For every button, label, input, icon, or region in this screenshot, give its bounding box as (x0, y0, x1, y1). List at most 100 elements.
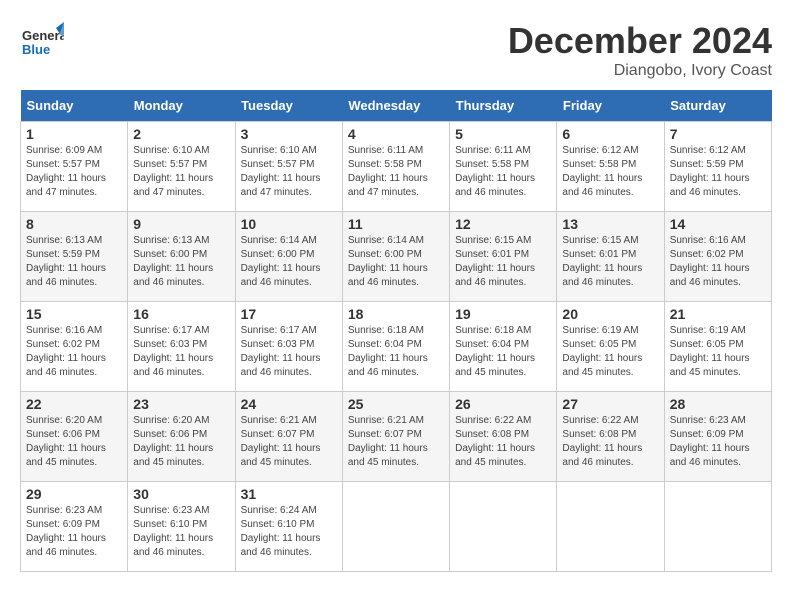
calendar-cell: 11 Sunrise: 6:14 AM Sunset: 6:00 PM Dayl… (342, 212, 449, 302)
day-info: Sunrise: 6:13 AM Sunset: 6:00 PM Dayligh… (133, 234, 229, 290)
day-number: 19 (455, 306, 551, 322)
calendar-cell: 30 Sunrise: 6:23 AM Sunset: 6:10 PM Dayl… (128, 482, 235, 572)
day-number: 22 (26, 396, 122, 412)
day-number: 5 (455, 126, 551, 142)
day-number: 14 (670, 216, 766, 232)
col-header-tuesday: Tuesday (235, 90, 342, 122)
col-header-monday: Monday (128, 90, 235, 122)
col-header-friday: Friday (557, 90, 664, 122)
col-header-saturday: Saturday (664, 90, 771, 122)
day-info: Sunrise: 6:24 AM Sunset: 6:10 PM Dayligh… (241, 504, 337, 560)
day-number: 20 (562, 306, 658, 322)
day-number: 7 (670, 126, 766, 142)
calendar-cell: 14 Sunrise: 6:16 AM Sunset: 6:02 PM Dayl… (664, 212, 771, 302)
day-number: 29 (26, 486, 122, 502)
week-row-5: 29 Sunrise: 6:23 AM Sunset: 6:09 PM Dayl… (21, 482, 772, 572)
day-number: 27 (562, 396, 658, 412)
day-number: 26 (455, 396, 551, 412)
day-number: 13 (562, 216, 658, 232)
calendar-cell: 22 Sunrise: 6:20 AM Sunset: 6:06 PM Dayl… (21, 392, 128, 482)
calendar-cell (450, 482, 557, 572)
day-number: 24 (241, 396, 337, 412)
day-info: Sunrise: 6:20 AM Sunset: 6:06 PM Dayligh… (26, 414, 122, 470)
day-info: Sunrise: 6:18 AM Sunset: 6:04 PM Dayligh… (455, 324, 551, 380)
week-row-1: 1 Sunrise: 6:09 AM Sunset: 5:57 PM Dayli… (21, 122, 772, 212)
calendar-cell (664, 482, 771, 572)
day-number: 1 (26, 126, 122, 142)
col-header-sunday: Sunday (21, 90, 128, 122)
day-info: Sunrise: 6:18 AM Sunset: 6:04 PM Dayligh… (348, 324, 444, 380)
calendar-cell (342, 482, 449, 572)
day-number: 10 (241, 216, 337, 232)
day-number: 12 (455, 216, 551, 232)
week-row-2: 8 Sunrise: 6:13 AM Sunset: 5:59 PM Dayli… (21, 212, 772, 302)
day-number: 17 (241, 306, 337, 322)
calendar-cell: 28 Sunrise: 6:23 AM Sunset: 6:09 PM Dayl… (664, 392, 771, 482)
svg-text:Blue: Blue (22, 42, 50, 57)
calendar-cell: 10 Sunrise: 6:14 AM Sunset: 6:00 PM Dayl… (235, 212, 342, 302)
calendar-cell: 5 Sunrise: 6:11 AM Sunset: 5:58 PM Dayli… (450, 122, 557, 212)
day-info: Sunrise: 6:19 AM Sunset: 6:05 PM Dayligh… (670, 324, 766, 380)
day-info: Sunrise: 6:11 AM Sunset: 5:58 PM Dayligh… (348, 144, 444, 200)
day-info: Sunrise: 6:21 AM Sunset: 6:07 PM Dayligh… (241, 414, 337, 470)
day-info: Sunrise: 6:17 AM Sunset: 6:03 PM Dayligh… (241, 324, 337, 380)
calendar-cell: 29 Sunrise: 6:23 AM Sunset: 6:09 PM Dayl… (21, 482, 128, 572)
subtitle: Diangobo, Ivory Coast (508, 62, 772, 80)
calendar-cell: 25 Sunrise: 6:21 AM Sunset: 6:07 PM Dayl… (342, 392, 449, 482)
day-number: 2 (133, 126, 229, 142)
day-info: Sunrise: 6:10 AM Sunset: 5:57 PM Dayligh… (241, 144, 337, 200)
main-title: December 2024 (508, 20, 772, 62)
day-info: Sunrise: 6:22 AM Sunset: 6:08 PM Dayligh… (455, 414, 551, 470)
calendar-cell: 27 Sunrise: 6:22 AM Sunset: 6:08 PM Dayl… (557, 392, 664, 482)
calendar-cell: 31 Sunrise: 6:24 AM Sunset: 6:10 PM Dayl… (235, 482, 342, 572)
calendar-cell: 19 Sunrise: 6:18 AM Sunset: 6:04 PM Dayl… (450, 302, 557, 392)
calendar-cell: 23 Sunrise: 6:20 AM Sunset: 6:06 PM Dayl… (128, 392, 235, 482)
calendar-cell: 4 Sunrise: 6:11 AM Sunset: 5:58 PM Dayli… (342, 122, 449, 212)
day-info: Sunrise: 6:14 AM Sunset: 6:00 PM Dayligh… (348, 234, 444, 290)
day-number: 30 (133, 486, 229, 502)
calendar-cell: 8 Sunrise: 6:13 AM Sunset: 5:59 PM Dayli… (21, 212, 128, 302)
day-info: Sunrise: 6:12 AM Sunset: 5:58 PM Dayligh… (562, 144, 658, 200)
day-info: Sunrise: 6:19 AM Sunset: 6:05 PM Dayligh… (562, 324, 658, 380)
day-number: 31 (241, 486, 337, 502)
day-info: Sunrise: 6:13 AM Sunset: 5:59 PM Dayligh… (26, 234, 122, 290)
day-number: 18 (348, 306, 444, 322)
calendar-cell: 2 Sunrise: 6:10 AM Sunset: 5:57 PM Dayli… (128, 122, 235, 212)
col-header-thursday: Thursday (450, 90, 557, 122)
calendar-cell: 3 Sunrise: 6:10 AM Sunset: 5:57 PM Dayli… (235, 122, 342, 212)
day-info: Sunrise: 6:10 AM Sunset: 5:57 PM Dayligh… (133, 144, 229, 200)
day-info: Sunrise: 6:11 AM Sunset: 5:58 PM Dayligh… (455, 144, 551, 200)
day-number: 16 (133, 306, 229, 322)
calendar-cell: 1 Sunrise: 6:09 AM Sunset: 5:57 PM Dayli… (21, 122, 128, 212)
page-header: General Blue December 2024 Diangobo, Ivo… (20, 20, 772, 80)
day-number: 28 (670, 396, 766, 412)
calendar-table: Sunday Monday Tuesday Wednesday Thursday… (20, 90, 772, 572)
day-info: Sunrise: 6:23 AM Sunset: 6:10 PM Dayligh… (133, 504, 229, 560)
day-number: 11 (348, 216, 444, 232)
calendar-cell: 6 Sunrise: 6:12 AM Sunset: 5:58 PM Dayli… (557, 122, 664, 212)
calendar-cell (557, 482, 664, 572)
calendar-cell: 18 Sunrise: 6:18 AM Sunset: 6:04 PM Dayl… (342, 302, 449, 392)
calendar-cell: 12 Sunrise: 6:15 AM Sunset: 6:01 PM Dayl… (450, 212, 557, 302)
logo-icon: General Blue (20, 20, 64, 64)
calendar-cell: 17 Sunrise: 6:17 AM Sunset: 6:03 PM Dayl… (235, 302, 342, 392)
day-info: Sunrise: 6:12 AM Sunset: 5:59 PM Dayligh… (670, 144, 766, 200)
day-info: Sunrise: 6:20 AM Sunset: 6:06 PM Dayligh… (133, 414, 229, 470)
calendar-cell: 26 Sunrise: 6:22 AM Sunset: 6:08 PM Dayl… (450, 392, 557, 482)
day-info: Sunrise: 6:15 AM Sunset: 6:01 PM Dayligh… (455, 234, 551, 290)
day-info: Sunrise: 6:23 AM Sunset: 6:09 PM Dayligh… (26, 504, 122, 560)
day-info: Sunrise: 6:16 AM Sunset: 6:02 PM Dayligh… (26, 324, 122, 380)
calendar-cell: 15 Sunrise: 6:16 AM Sunset: 6:02 PM Dayl… (21, 302, 128, 392)
day-info: Sunrise: 6:17 AM Sunset: 6:03 PM Dayligh… (133, 324, 229, 380)
calendar-cell: 13 Sunrise: 6:15 AM Sunset: 6:01 PM Dayl… (557, 212, 664, 302)
day-number: 9 (133, 216, 229, 232)
day-info: Sunrise: 6:16 AM Sunset: 6:02 PM Dayligh… (670, 234, 766, 290)
day-info: Sunrise: 6:23 AM Sunset: 6:09 PM Dayligh… (670, 414, 766, 470)
day-info: Sunrise: 6:22 AM Sunset: 6:08 PM Dayligh… (562, 414, 658, 470)
calendar-header-row: Sunday Monday Tuesday Wednesday Thursday… (21, 90, 772, 122)
day-number: 15 (26, 306, 122, 322)
day-info: Sunrise: 6:14 AM Sunset: 6:00 PM Dayligh… (241, 234, 337, 290)
calendar-cell: 24 Sunrise: 6:21 AM Sunset: 6:07 PM Dayl… (235, 392, 342, 482)
day-number: 21 (670, 306, 766, 322)
week-row-4: 22 Sunrise: 6:20 AM Sunset: 6:06 PM Dayl… (21, 392, 772, 482)
